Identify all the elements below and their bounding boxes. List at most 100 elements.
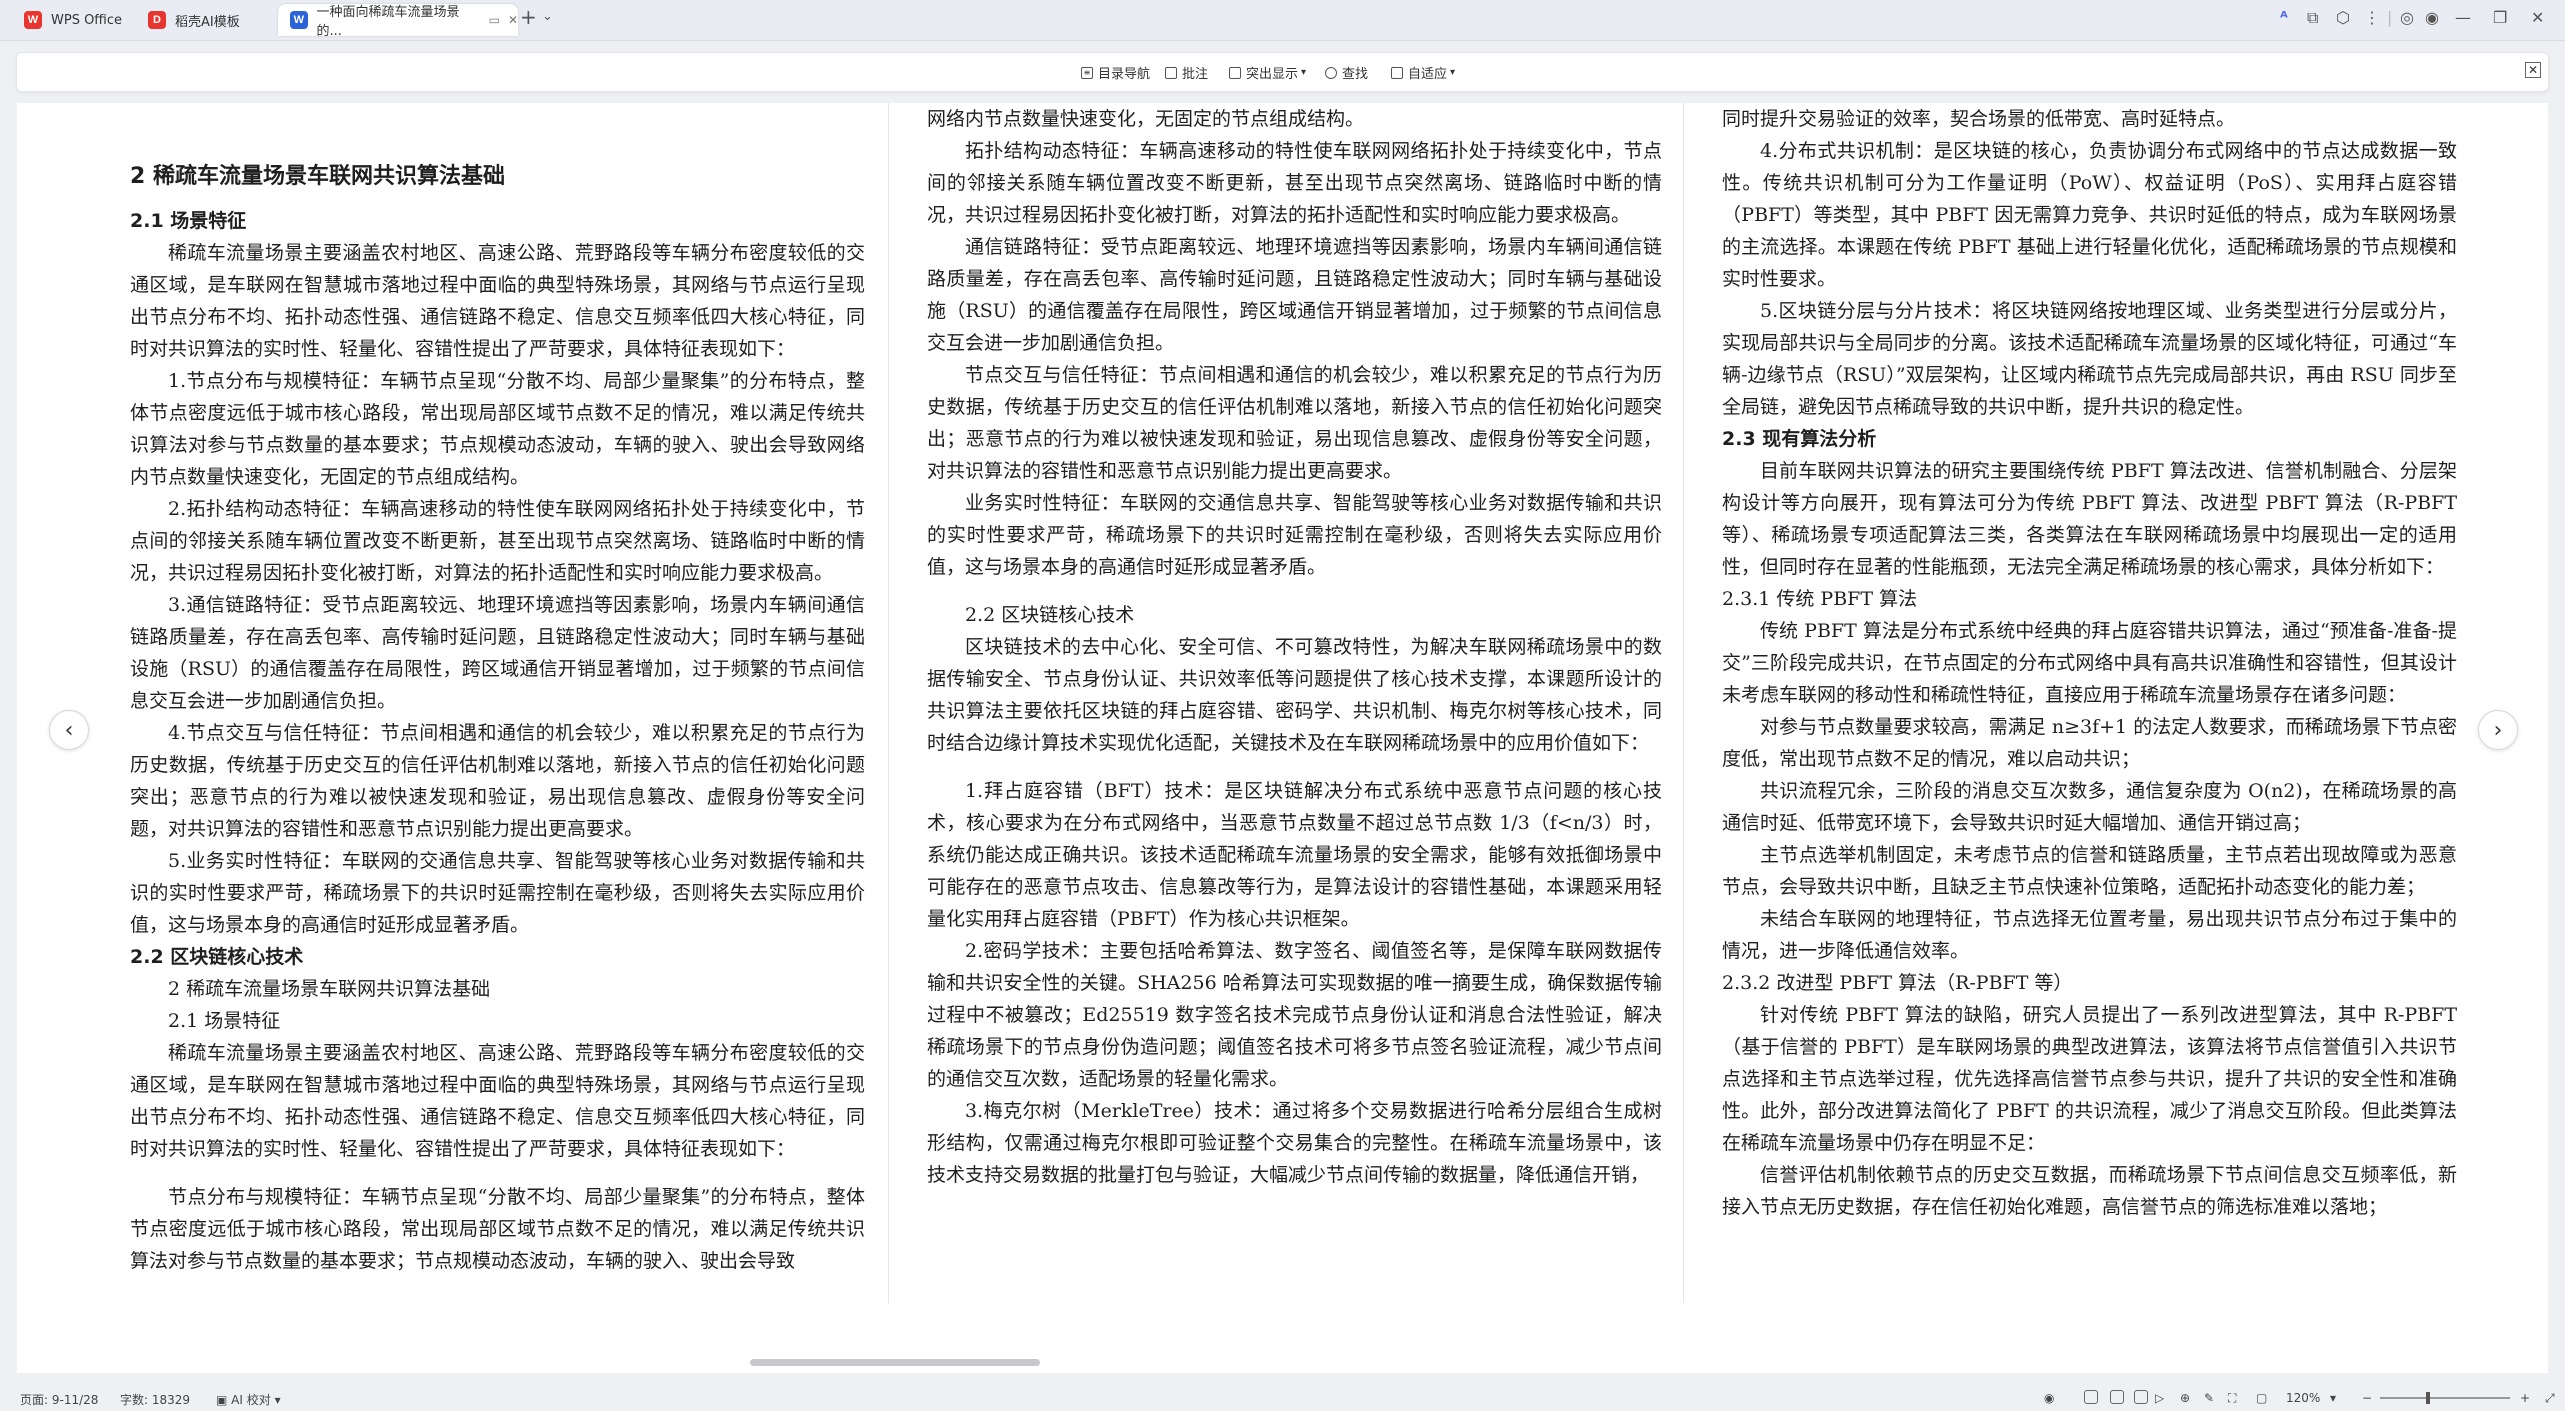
avatar-icon[interactable]: ◉ [2425,8,2439,27]
paragraph: 稀疏车流量场景主要涵盖农村地区、高速公路、荒野路段等车辆分布密度较低的交通区域，… [130,242,865,360]
paragraph: 3.梅克尔树（MerkleTree）技术：通过将多个交易数据进行哈希分层组合生成… [927,1100,1662,1186]
zoom-out-button[interactable]: − [2362,1391,2372,1405]
page-view-icon[interactable] [2084,1390,2098,1404]
chevron-down-icon[interactable]: ▾ [2330,1391,2336,1405]
ai-assistant-icon[interactable]: ᴬ [2280,8,2288,27]
zoom-fit-icon[interactable]: ▢ [2256,1391,2267,1405]
play-icon[interactable]: ▷ [2155,1391,2164,1405]
paragraph: 稀疏车流量场景主要涵盖农村地区、高速公路、荒野路段等车辆分布密度较低的交通区域，… [130,1042,865,1160]
tab-list-dropdown-icon[interactable]: ⌄ [542,9,553,24]
highlight-icon [1229,66,1241,79]
page-column-1: 2 稀疏车流量场景车联网共识算法基础 2.1 场景特征 稀疏车流量场景主要涵盖农… [130,103,865,1373]
section-heading: 2.2 区块链核心技术 [130,946,304,968]
subsection-heading: 2.3.2 改进型 PBFT 算法（R-PBFT 等） [1722,972,2073,994]
previous-page-button[interactable]: ‹ [49,710,89,750]
window-icon[interactable]: ⧉ [2307,8,2318,28]
tab-close-icon[interactable]: ✕ [508,13,518,27]
exit-reading-button[interactable]: ✕ [2525,62,2541,78]
word-count[interactable]: 字数: 18329 [120,1391,190,1408]
writer-logo-icon: W [290,11,308,29]
find-button[interactable]: 查找 [1325,63,1368,82]
toc-icon: ≡ [1081,66,1093,79]
eye-protection-icon[interactable]: ◉ [2044,1391,2054,1405]
comment-button[interactable]: 批注 [1165,63,1208,82]
zoom-slider[interactable] [2380,1392,2510,1404]
paragraph: 1.拜占庭容错（BFT）技术：是区块链解决分布式系统中恶意节点问题的核心技术，核… [927,780,1662,930]
daoke-logo-icon: D [148,11,166,29]
zoom-slider-thumb[interactable] [2426,1392,2430,1404]
section-heading: 2.3 现有算法分析 [1722,428,1877,450]
ai-check-button[interactable]: ▣ AI 校对 ▾ [216,1391,281,1408]
tab-label: WPS Office [51,12,123,28]
paragraph: 节点分布与规模特征：车辆节点呈现“分散不均、局部少量聚集”的分布特点，整体节点密… [130,1186,865,1272]
skin-icon[interactable]: ⬡ [2336,8,2350,27]
paragraph: 5.业务实时性特征：车联网的交通信息共享、智能驾驶等核心业务对数据传输和共识的实… [130,850,865,936]
menu-icon[interactable]: ⋮ [2364,8,2380,27]
comment-label: 批注 [1182,67,1209,82]
paragraph: 同时提升交易验证的效率，契合场景的低带宽、高时延特点。 [1722,108,2236,130]
paragraph: 区块链技术的去中心化、安全可信、不可篡改特性，为解决车联网稀疏场景中的数据传输安… [927,636,1662,754]
paragraph: 2.拓扑结构动态特征：车辆高速移动的特性使车联网网络拓扑处于持续变化中，节点间的… [130,498,865,584]
reading-mode-icon[interactable] [2134,1390,2148,1404]
paragraph: 未结合车联网的地理特征，节点选择无位置考量，易出现共识节点分布过于集中的情况，进… [1722,908,2457,962]
section-heading: 2.2 区块链核心技术 [965,604,1135,626]
paragraph: 2.密码学技术：主要包括哈希算法、数字签名、阈值签名等，是保障车联网数据传输和共… [927,940,1662,1090]
expand-icon[interactable]: ⤢ [2545,1391,2555,1406]
restore-icon[interactable]: ❐ [2493,8,2507,27]
paragraph: 主节点选举机制固定，未考虑节点的信誉和链路质量，主节点若出现故障或为恶意节点，会… [1722,844,2457,898]
paragraph: 通信链路特征：受节点距离较远、地理环境遮挡等因素影响，场景内车辆间通信链路质量差… [927,236,1662,354]
paragraph: 对参与节点数量要求较高，需满足 n≥3f+1 的法定人数要求，而稀疏场景下节点密… [1722,716,2457,770]
search-icon [1325,66,1337,79]
find-label: 查找 [1342,67,1369,82]
page-indicator[interactable]: 页面: 9-11/28 [20,1391,98,1408]
outline-view-icon[interactable] [2110,1390,2124,1404]
zoom-in-button[interactable]: + [2520,1391,2530,1405]
paragraph: 信誉评估机制依赖节点的历史交互数据，而稀疏场景下节点间信息交互频率低，新接入节点… [1722,1164,2457,1218]
tab-document[interactable]: W 一种面向稀疏车流量场景的... ▭ ✕ [278,4,518,39]
new-tab-button[interactable]: + [520,5,537,29]
zoom-level[interactable]: 120% [2286,1391,2320,1405]
page-column-2: 网络内节点数量快速变化，无固定的节点组成结构。 拓扑结构动态特征：车辆高速移动的… [927,103,1662,1373]
document-view: 2 稀疏车流量场景车联网共识算法基础 2.1 场景特征 稀疏车流量场景主要涵盖农… [17,103,2548,1373]
fit-icon [1391,66,1403,79]
paragraph: 业务实时性特征：车联网的交通信息共享、智能驾驶等核心业务对数据传输和共识的实时性… [927,492,1662,578]
paragraph: 节点交互与信任特征：节点间相遇和通信的机会较少，难以积累充足的节点行为历史数据，… [927,364,1662,482]
settings-icon[interactable]: ◎ [2400,8,2414,27]
paragraph: 1.节点分布与规模特征：车辆节点呈现“分散不均、局部少量聚集”的分布特点，整体节… [130,370,865,488]
wps-logo-icon: W [24,11,42,29]
tab-label: 一种面向稀疏车流量场景的... [316,5,460,39]
toc-nav-button[interactable]: ≡ 目录导航 [1081,63,1150,82]
tab-daoke-templates[interactable]: D 稻壳AI模板 [136,4,274,36]
paragraph: 共识流程冗余，三阶段的消息交互次数多，通信复杂度为 O(n2)，在稀疏场景的高通… [1722,780,2457,834]
page-divider [1683,103,1684,1303]
paragraph: 网络内节点数量快速变化，无固定的节点组成结构。 [927,108,1365,130]
fit-button[interactable]: 自适应 ▾ [1391,63,1455,82]
paragraph: 2 稀疏车流量场景车联网共识算法基础 [168,978,491,1000]
chevron-down-icon: ▾ [274,1393,281,1407]
paragraph: 2.1 场景特征 [168,1010,281,1032]
subsection-heading: 2.3.1 传统 PBFT 算法 [1722,588,1918,610]
pen-icon[interactable]: ✎ [2204,1391,2214,1405]
fullscreen-icon[interactable]: ⛶ [2228,1391,2236,1406]
close-window-icon[interactable]: ✕ [2531,8,2544,27]
tab-wps-office[interactable]: W WPS Office [12,4,144,36]
minimize-icon[interactable]: — [2455,8,2471,27]
horizontal-scrollbar[interactable] [750,1359,1040,1366]
highlight-button[interactable]: 突出显示 ▾ [1229,63,1306,82]
ai-check-icon: ▣ [216,1393,228,1407]
paragraph: 5.区块链分层与分片技术：将区块链网络按地理区域、业务类型进行分层或分片，实现局… [1722,300,2457,418]
web-view-icon[interactable]: ⊕ [2180,1391,2190,1405]
title-bar: W WPS Office D 稻壳AI模板 W 一种面向稀疏车流量场景的... … [0,0,2565,41]
paragraph: 目前车联网共识算法的研究主要围绕传统 PBFT 算法改进、信誉机制融合、分层架构… [1722,460,2457,578]
paragraph: 3.通信链路特征：受节点距离较远、地理环境遮挡等因素影响，场景内车辆间通信链路质… [130,594,865,712]
section-heading: 2.1 场景特征 [130,210,247,232]
ai-check-label: AI 校对 [231,1393,271,1407]
toc-nav-label: 目录导航 [1098,67,1151,82]
highlight-label: 突出显示 [1246,67,1299,82]
paragraph: 4.节点交互与信任特征：节点间相遇和通信的机会较少，难以积累充足的节点行为历史数… [130,722,865,840]
next-page-button[interactable]: › [2478,710,2518,750]
comment-icon [1165,66,1177,79]
divider-icon: | [2387,8,2393,27]
tab-display-icon[interactable]: ▭ [489,13,500,27]
paragraph: 4.分布式共识机制：是区块链的核心，负责协调分布式网络中的节点达成数据一致性。传… [1722,140,2457,290]
